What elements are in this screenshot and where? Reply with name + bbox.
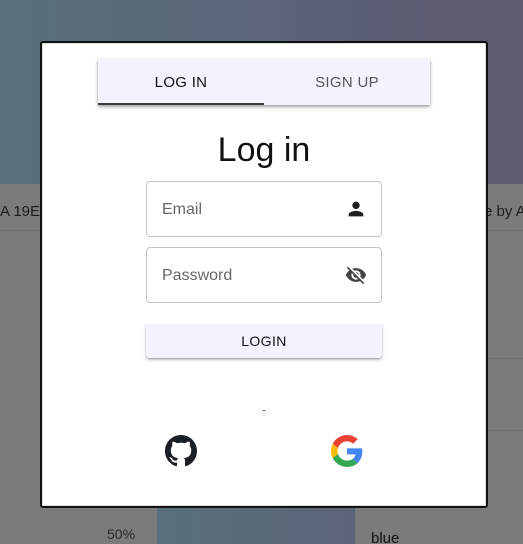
separator-dot xyxy=(263,410,265,411)
background-left-text: A 19E xyxy=(0,203,41,220)
github-icon[interactable] xyxy=(165,435,197,467)
tab-log-in[interactable]: LOG IN xyxy=(98,59,264,105)
email-field xyxy=(146,181,382,238)
background-divider xyxy=(484,358,523,359)
login-button[interactable]: LOGIN xyxy=(146,324,382,358)
background-right-text: e by A xyxy=(484,203,523,220)
tab-sign-up[interactable]: SIGN UP xyxy=(264,59,430,105)
background-color-label: blue xyxy=(371,530,400,544)
background-color-swatch xyxy=(157,505,355,544)
person-icon xyxy=(348,201,364,217)
password-field xyxy=(146,247,382,304)
visibility-off-icon[interactable] xyxy=(345,264,367,286)
background-percent-label: 50% xyxy=(107,526,136,542)
email-input[interactable] xyxy=(160,182,334,238)
dialog-title: Log in xyxy=(217,131,311,169)
google-icon[interactable] xyxy=(331,435,363,467)
login-dialog: LOG IN SIGN UP Log in LOGIN xyxy=(40,41,488,508)
password-input[interactable] xyxy=(160,248,334,304)
auth-tabs: LOG IN SIGN UP xyxy=(98,59,430,105)
background-divider xyxy=(484,430,523,431)
